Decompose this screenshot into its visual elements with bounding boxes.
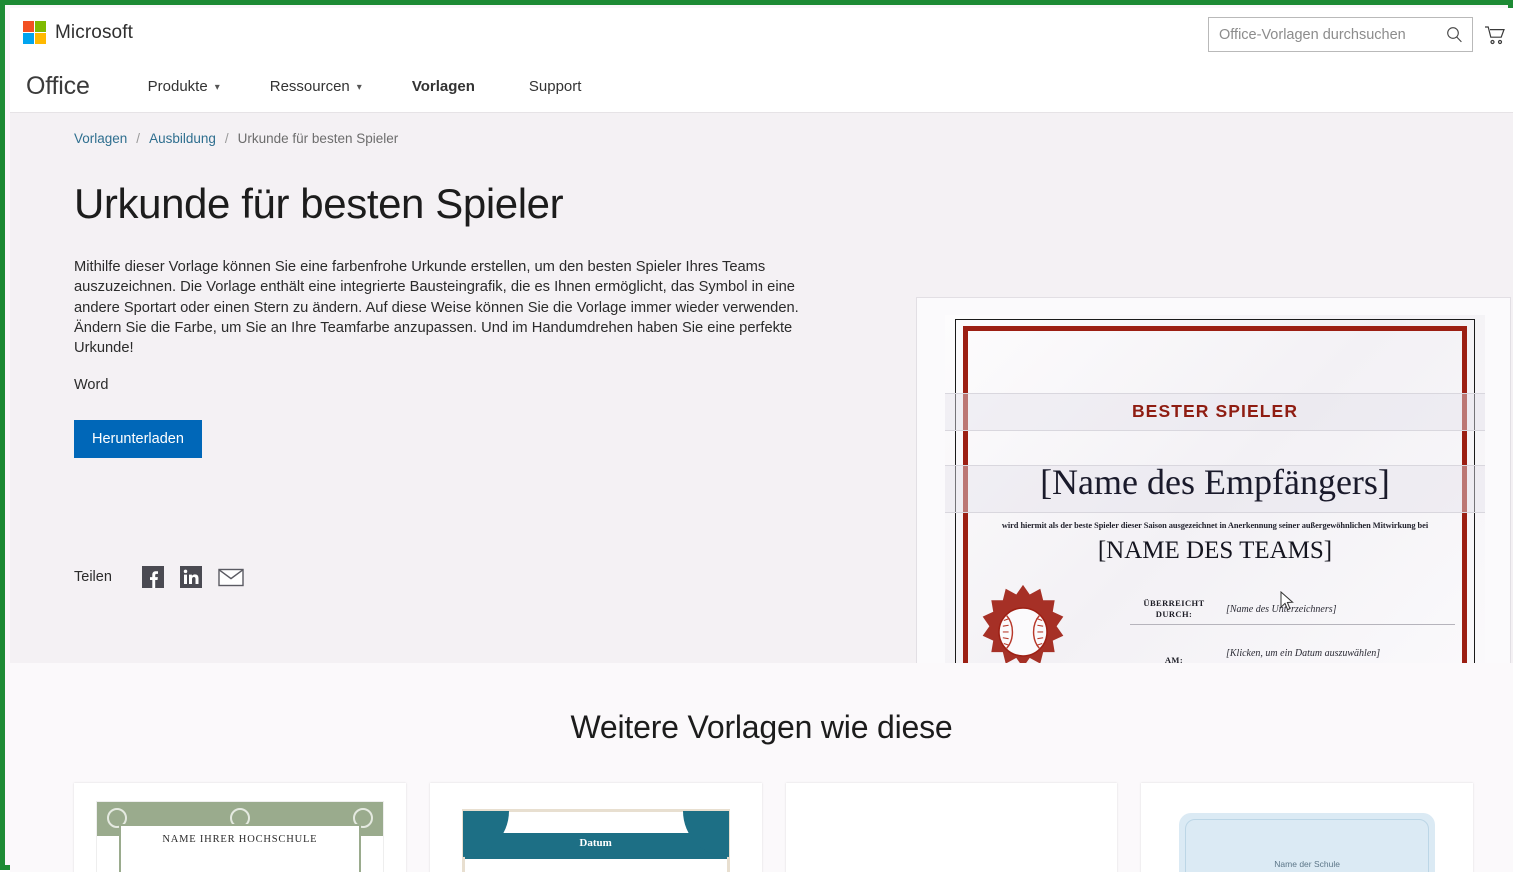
nav-item-label: Support <box>529 78 582 95</box>
nav-item-ressourcen[interactable]: Ressourcen ▾ <box>270 78 362 95</box>
breadcrumb-item-current: Urkunde für besten Spieler <box>238 131 399 146</box>
breadcrumb: Vorlagen / Ausbildung / Urkunde für best… <box>74 131 1513 146</box>
microsoft-logo-icon <box>23 21 46 44</box>
certificate-recipient-name: [Name des Empfängers] <box>945 461 1485 504</box>
teal-certificate-thumb: Datum <box>452 801 740 872</box>
thumb4-label: Name der Schule <box>1163 859 1451 869</box>
school-certificate-thumb: Name der Schule <box>1163 801 1451 872</box>
email-icon <box>218 566 244 588</box>
certificate-signer-line <box>1130 624 1455 625</box>
breadcrumb-separator: / <box>225 131 229 146</box>
search-box[interactable] <box>1208 17 1473 52</box>
hero-left-column: Urkunde für besten Spieler Mithilfe dies… <box>74 181 834 458</box>
facebook-icon <box>142 566 164 588</box>
nav-item-label: Produkte <box>148 78 208 95</box>
template-card-4[interactable]: Name der Schule <box>1141 783 1473 872</box>
template-card-3[interactable] <box>786 783 1118 872</box>
plain-certificate-thumb <box>808 801 1096 872</box>
nav-item-vorlagen[interactable]: Vorlagen <box>412 78 475 95</box>
office-brand-label[interactable]: Office <box>26 72 90 101</box>
download-button[interactable]: Herunterladen <box>74 420 202 458</box>
browser-green-frame: Microsoft Office Produkte ▾ <box>0 0 1513 870</box>
cart-button[interactable] <box>1482 23 1508 47</box>
office-nav-bar: Office Produkte ▾ Ressourcen ▾ Vorlagen … <box>10 60 1513 113</box>
app-type-label: Word <box>74 377 834 393</box>
microsoft-logo[interactable]: Microsoft <box>23 21 133 44</box>
breadcrumb-item-vorlagen[interactable]: Vorlagen <box>74 131 127 146</box>
template-card-2[interactable]: Datum <box>430 783 762 872</box>
certificate-presented-label: ÜBERREICHT DURCH: <box>1130 598 1218 620</box>
nav-item-produkte[interactable]: Produkte ▾ <box>148 78 220 95</box>
template-card-1[interactable]: NAME IHRER HOCHSCHULE <box>74 783 406 872</box>
search-button[interactable] <box>1436 18 1472 51</box>
page-root: Microsoft Office Produkte ▾ <box>10 8 1513 872</box>
linkedin-icon <box>180 566 202 588</box>
share-email-button[interactable] <box>218 566 244 588</box>
mouse-cursor-icon <box>1280 591 1295 612</box>
search-icon <box>1446 26 1463 43</box>
microsoft-brand-label: Microsoft <box>55 22 133 44</box>
template-description: Mithilfe dieser Vorlage können Sie eine … <box>74 257 814 358</box>
certificate-team-name: [NAME DES TEAMS] <box>945 537 1485 565</box>
page-title: Urkunde für besten Spieler <box>74 181 834 227</box>
certificate-date-value: [Klicken, um ein Datum auszuwählen] <box>1226 648 1380 659</box>
thumb1-label: NAME IHRER HOCHSCHULE <box>97 834 383 845</box>
search-input[interactable] <box>1209 18 1436 51</box>
share-linkedin-button[interactable] <box>180 566 202 588</box>
college-certificate-thumb: NAME IHRER HOCHSCHULE <box>96 801 384 872</box>
thumb1-inner-frame <box>119 824 361 872</box>
certificate-fine-print: wird hiermit als der beste Spieler diese… <box>981 521 1449 530</box>
share-label: Teilen <box>74 569 112 585</box>
nav-item-label: Vorlagen <box>412 78 475 95</box>
share-row: Teilen <box>74 566 244 588</box>
share-facebook-button[interactable] <box>142 566 164 588</box>
breadcrumb-separator: / <box>136 131 140 146</box>
more-templates-section: Weitere Vorlagen wie diese NAME IHRER HO… <box>10 663 1513 872</box>
chevron-down-icon: ▾ <box>357 82 362 93</box>
thumb2-label: Datum <box>452 837 740 849</box>
shopping-cart-icon <box>1484 25 1506 45</box>
presented-line1: ÜBERREICHT <box>1143 598 1204 608</box>
breadcrumb-item-ausbildung[interactable]: Ausbildung <box>149 131 216 146</box>
hero-section: Vorlagen / Ausbildung / Urkunde für best… <box>10 113 1513 663</box>
certificate-kicker: BESTER SPIELER <box>945 401 1485 422</box>
chevron-down-icon: ▾ <box>215 82 220 93</box>
nav-item-label: Ressourcen <box>270 78 350 95</box>
presented-line2: DURCH: <box>1156 609 1192 619</box>
more-templates-title: Weitere Vorlagen wie diese <box>10 663 1513 746</box>
microsoft-top-bar: Microsoft <box>10 8 1513 60</box>
template-preview[interactable]: BESTER SPIELER [Name des Empfängers] wir… <box>916 297 1511 717</box>
nav-item-support[interactable]: Support <box>529 78 582 95</box>
template-thumbnail-list: NAME IHRER HOCHSCHULE Datum <box>74 783 1473 872</box>
certificate-canvas: BESTER SPIELER [Name des Empfängers] wir… <box>945 315 1485 703</box>
